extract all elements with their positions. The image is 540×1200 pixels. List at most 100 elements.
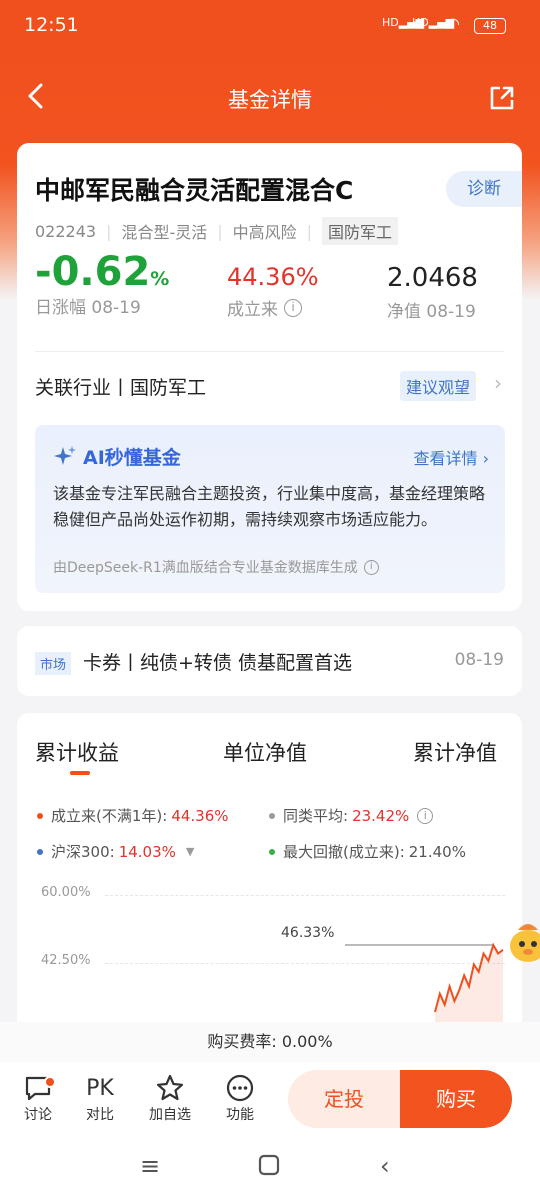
legend-dot bbox=[37, 812, 43, 819]
ai-summary-text: 该基金专注军民融合主题投资，行业集中度高，基金经理策略稳健但产品尚处运作初期，需… bbox=[53, 484, 486, 529]
info-icon[interactable]: i bbox=[417, 807, 434, 824]
since-inception-stat[interactable]: 44.36% 成立来 i bbox=[227, 263, 319, 320]
nav-stat: 2.0468 净值 08-19 bbox=[387, 263, 478, 322]
legend-value: 23.42% bbox=[352, 806, 410, 825]
daily-change-value: -0.62% bbox=[35, 249, 169, 295]
more-functions-button[interactable]: 功能 bbox=[216, 1072, 264, 1124]
legend-dot bbox=[269, 848, 275, 855]
ai-source: 由DeepSeek-R1满血版结合专业基金数据库生成 i bbox=[53, 557, 379, 577]
divider: | bbox=[306, 221, 313, 241]
info-icon[interactable]: i bbox=[363, 559, 379, 575]
daily-change-label: 日涨幅 08-19 bbox=[35, 298, 141, 318]
compare-label: 对比 bbox=[86, 1107, 114, 1123]
tab-cumulative-nav[interactable]: 累计净值 bbox=[413, 737, 497, 767]
legend-label: 沪深300: bbox=[51, 843, 115, 861]
menu-icon[interactable]: ≡ bbox=[140, 1152, 160, 1180]
discuss-button[interactable]: 讨论 bbox=[14, 1072, 62, 1124]
since-inception-value: 44.36% bbox=[227, 263, 319, 291]
ai-more-link[interactable]: 查看详情 › bbox=[414, 445, 490, 469]
tab-cumulative-return[interactable]: 累计收益 bbox=[35, 737, 119, 767]
page-title: 基金详情 bbox=[228, 88, 312, 112]
auto-invest-button[interactable]: 定投 bbox=[288, 1070, 400, 1128]
notification-dot bbox=[44, 1076, 56, 1088]
share-icon[interactable] bbox=[488, 84, 516, 116]
legend-value: 44.36% bbox=[171, 806, 229, 825]
legend-label: 同类平均: bbox=[283, 807, 349, 825]
legend-label: 最大回撤(成立来): bbox=[283, 843, 405, 861]
add-watchlist-button[interactable]: 加自选 bbox=[146, 1072, 194, 1124]
daily-change-unit: % bbox=[150, 268, 170, 290]
daily-change-stat: -0.62% 日涨幅 08-19 bbox=[35, 249, 169, 318]
fund-type: 混合型-灵活 bbox=[121, 223, 208, 242]
legend-hs300[interactable]: 沪深300: 14.03% ▼ bbox=[37, 841, 194, 862]
ai-title: AI秒懂基金 bbox=[53, 443, 181, 470]
legend-max-drawdown: 最大回撤(成立来): 21.40% bbox=[269, 841, 466, 862]
back-nav-icon[interactable]: ‹ bbox=[380, 1152, 390, 1180]
diagnose-button[interactable]: 诊断 bbox=[446, 171, 522, 207]
fund-code: 022243 bbox=[35, 221, 97, 241]
purchase-fee: 购买费率: 0.00% bbox=[0, 1022, 540, 1062]
market-date: 08-19 bbox=[454, 650, 504, 670]
nav-label: 净值 08-19 bbox=[387, 302, 476, 322]
chat-icon bbox=[14, 1072, 62, 1104]
status-bar: 12:51 HD▂▄▆ HD▂▄▆ ◠ 48 bbox=[0, 0, 540, 50]
ai-more-label: 查看详情 bbox=[413, 449, 478, 468]
ai-summary-box: AI秒懂基金 查看详情 › 该基金专注军民融合主题投资，行业集中度高，基金经理策… bbox=[35, 425, 505, 593]
top-nav: 基金详情 bbox=[0, 70, 540, 126]
advice-badge[interactable]: 建议观望 bbox=[399, 371, 476, 401]
legend-value: 21.40% bbox=[408, 842, 466, 861]
nav-value: 2.0468 bbox=[387, 263, 478, 293]
mascot-icon[interactable] bbox=[506, 916, 540, 968]
active-tab-indicator bbox=[70, 771, 90, 775]
market-badge: 市场 bbox=[35, 652, 72, 675]
y-tick-label: 42.50% bbox=[41, 953, 91, 968]
signal-label-1: HD bbox=[382, 16, 399, 29]
wifi-icon: ◠ bbox=[446, 14, 460, 33]
fund-tags: 022243 | 混合型-灵活 | 中高风险 | 国防军工 bbox=[35, 217, 399, 245]
y-tick-label: 60.00% bbox=[41, 885, 91, 900]
buy-button[interactable]: 购买 bbox=[400, 1070, 512, 1128]
sparkle-icon bbox=[54, 445, 76, 465]
ai-title-text: AI秒懂基金 bbox=[83, 447, 181, 469]
pk-icon: PK bbox=[86, 1075, 114, 1101]
more-dots-icon bbox=[216, 1072, 264, 1104]
info-icon[interactable]: i bbox=[284, 298, 302, 317]
daily-change-number: -0.62 bbox=[35, 249, 151, 295]
legend-since-inception: 成立来(不满1年): 44.36% bbox=[37, 805, 229, 826]
system-nav-bar: ≡ ‹ bbox=[0, 1138, 540, 1200]
fund-card: 中邮军民融合灵活配置混合C 诊断 022243 | 混合型-灵活 | 中高风险 … bbox=[17, 143, 522, 611]
compare-button[interactable]: PK 对比 bbox=[76, 1072, 124, 1124]
theme-tag[interactable]: 国防军工 bbox=[322, 217, 399, 245]
ai-source-text: 由DeepSeek-R1满血版结合专业基金数据库生成 bbox=[53, 560, 358, 576]
divider bbox=[35, 351, 504, 352]
chevron-right-icon[interactable]: › bbox=[494, 371, 502, 395]
tab-unit-nav[interactable]: 单位净值 bbox=[223, 737, 307, 767]
fund-risk: 中高风险 bbox=[232, 223, 297, 242]
status-time: 12:51 bbox=[24, 14, 79, 36]
star-icon bbox=[146, 1072, 194, 1104]
legend-peer-average: 同类平均: 23.42% i bbox=[269, 805, 434, 826]
since-inception-label-wrap: 成立来 i bbox=[227, 295, 319, 320]
legend-label: 成立来(不满1年): bbox=[51, 807, 168, 825]
battery-icon: 48 bbox=[474, 18, 506, 34]
signal-label-2: HD bbox=[412, 16, 429, 29]
divider: | bbox=[217, 221, 223, 241]
market-card[interactable]: 市场 卡券丨纯债+转债 债基配置首选 08-19 bbox=[17, 626, 522, 696]
fund-name: 中邮军民融合灵活配置混合C bbox=[35, 176, 354, 205]
divider: | bbox=[106, 221, 112, 241]
caret-down-icon[interactable]: ▼ bbox=[186, 845, 194, 858]
market-text: 卡券丨纯债+转债 债基配置首选 bbox=[83, 652, 352, 674]
home-icon[interactable] bbox=[258, 1154, 280, 1182]
watch-label: 加自选 bbox=[149, 1107, 191, 1123]
return-chart[interactable] bbox=[105, 883, 505, 1023]
since-inception-label: 成立来 bbox=[227, 300, 278, 320]
legend-dot bbox=[37, 848, 43, 855]
legend-dot bbox=[269, 812, 275, 819]
discuss-label: 讨论 bbox=[24, 1107, 52, 1123]
fund-stats: -0.62% 日涨幅 08-19 44.36% 成立来 i 2.0468 净值 … bbox=[35, 249, 505, 337]
legend-value: 14.03% bbox=[118, 842, 176, 861]
more-label: 功能 bbox=[226, 1107, 254, 1123]
related-industry[interactable]: 关联行业丨国防军工 bbox=[35, 373, 206, 400]
bottom-action-bar: 讨论 PK 对比 加自选 功能 定投 购买 bbox=[0, 1062, 540, 1138]
chart-annotation: 46.33% bbox=[281, 924, 335, 941]
